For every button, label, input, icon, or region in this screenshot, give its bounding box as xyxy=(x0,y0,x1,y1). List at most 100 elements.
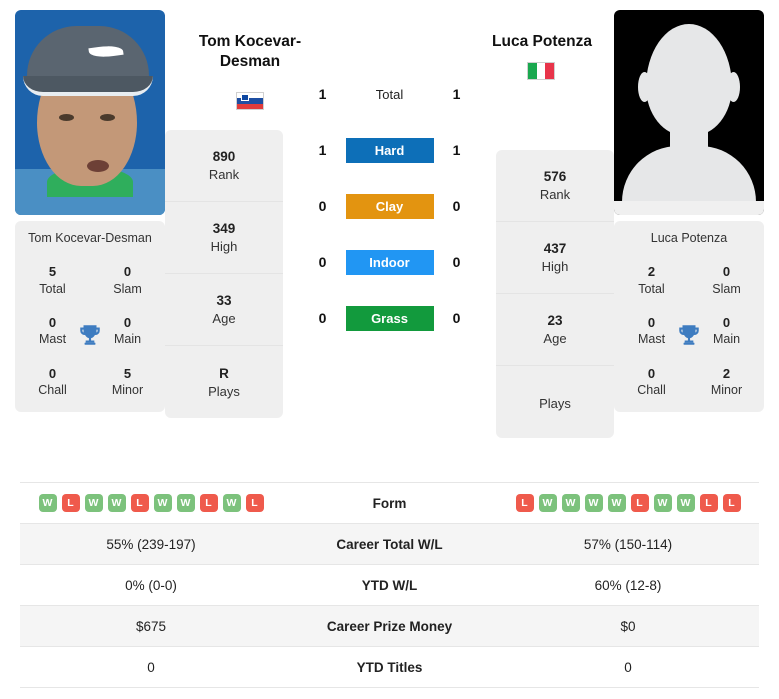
form-badge-loss: L xyxy=(245,494,264,512)
form-badge-loss: L xyxy=(515,494,534,512)
table-label-form: Form xyxy=(372,495,407,511)
player-stats-column-right: 576 Rank 437 High 23 Age Plays xyxy=(496,150,614,438)
stat-age-left: 33 Age xyxy=(165,274,283,346)
career-prize-money-left: $675 xyxy=(135,618,167,634)
player-header-name-left[interactable]: Tom Kocevar- Desman xyxy=(170,32,330,73)
stat-rank-right: 576 Rank xyxy=(496,150,614,222)
form-badge-win: W xyxy=(107,494,126,512)
surface-total-label: Total xyxy=(375,86,404,102)
table-row-ytd-wl: 0% (0-0) YTD W/L 60% (12-8) xyxy=(20,565,759,606)
surface-clay-button[interactable]: Clay xyxy=(345,193,434,219)
player-name-card-left[interactable]: Tom Kocevar-Desman xyxy=(15,221,165,255)
player-stats-column-left: 890 Rank 349 High 33 Age R Plays xyxy=(165,130,283,418)
table-label-ytd-titles: YTD Titles xyxy=(356,659,423,675)
form-badge-win: W xyxy=(584,494,603,512)
player-titles-card-right: 2 Total 0 Slam 0 Mast 0 Main 0 Chall 2 M… xyxy=(614,255,764,413)
photo-eye-right xyxy=(100,114,115,121)
titles-slam-right: 0 Slam xyxy=(712,264,741,296)
comparison-top-area: Tom Kocevar-Desman 5 Total 0 Slam 0 Mast… xyxy=(0,0,779,478)
surface-clay-left-count: 0 xyxy=(318,198,327,214)
photo-eye-left xyxy=(59,114,74,121)
ytd-wl-left: 0% (0-0) xyxy=(125,577,177,593)
comparison-stats-table: WLWWLWWLWL Form LWWWWLWWLL 55% (239-197)… xyxy=(20,482,759,688)
surface-grass-button[interactable]: Grass xyxy=(345,305,434,331)
form-badge-loss: L xyxy=(722,494,741,512)
surface-row-total: 1 Total 1 xyxy=(283,66,496,122)
stat-plays-left: R Plays xyxy=(208,365,240,399)
form-badge-loss: L xyxy=(130,494,149,512)
surface-row-clay: 0 Clay 0 xyxy=(283,178,496,234)
surface-clay-right-count: 0 xyxy=(452,198,461,214)
ytd-wl-right: 60% (12-8) xyxy=(594,577,662,593)
titles-total-right: 2 Total xyxy=(638,264,665,296)
player-header-name-right[interactable]: Luca Potenza xyxy=(462,32,622,52)
career-total-wl-right: 57% (150-114) xyxy=(583,536,673,552)
surface-indoor-left-count: 0 xyxy=(318,254,327,270)
titles-slam-left: 0 Slam xyxy=(113,264,142,296)
player-photo-right[interactable] xyxy=(614,10,764,215)
form-badge-win: W xyxy=(153,494,172,512)
stat-plays-right: Plays xyxy=(539,396,571,411)
form-badge-win: W xyxy=(561,494,580,512)
ytd-titles-right: 0 xyxy=(624,659,632,675)
italy-flag-icon xyxy=(527,62,555,80)
slovenia-flag-icon xyxy=(236,92,264,110)
player-column-right: Luca Potenza 2 Total 0 Slam 0 Mast 0 Mai… xyxy=(614,10,764,413)
titles-chall-right: 0 Chall xyxy=(637,365,666,398)
silhouette-ear-left xyxy=(638,72,651,102)
table-row-career-prize-money: $675 Career Prize Money $0 xyxy=(20,606,759,647)
form-badge-loss: L xyxy=(199,494,218,512)
player-header-name-left-line1: Tom Kocevar- xyxy=(198,33,302,50)
photo-mouth xyxy=(87,160,109,172)
silhouette-base xyxy=(614,201,764,215)
surface-hard-left-count: 1 xyxy=(318,142,327,158)
player-header-name-left-line2: Desman xyxy=(219,53,281,71)
surface-row-hard: 1 Hard 1 xyxy=(283,122,496,178)
surface-indoor-right-count: 0 xyxy=(452,254,461,270)
table-label-ytd-wl: YTD W/L xyxy=(361,577,418,593)
slovenia-emblem-icon xyxy=(241,94,249,101)
surface-total-left-count: 1 xyxy=(318,86,327,102)
photo-cap-brim xyxy=(23,76,153,96)
titles-minor-left: 5 Minor xyxy=(111,365,144,398)
surface-row-grass: 0 Grass 0 xyxy=(283,290,496,346)
form-badges-left: WLWWLWWLWL xyxy=(20,494,282,512)
stat-age-right: 23 Age xyxy=(496,294,614,366)
trophy-icon xyxy=(80,324,100,345)
stat-high-right: 437 High xyxy=(496,222,614,294)
form-badges-right: LWWWWLWWLL xyxy=(497,494,759,512)
table-row-form: WLWWLWWLWL Form LWWWWLWWLL xyxy=(20,483,759,524)
form-badge-win: W xyxy=(176,494,195,512)
stat-high-left: 349 High xyxy=(165,202,283,274)
form-badge-win: W xyxy=(653,494,672,512)
form-badge-loss: L xyxy=(61,494,80,512)
titles-chall-left: 0 Chall xyxy=(38,365,67,398)
surface-indoor-button[interactable]: Indoor xyxy=(345,249,434,275)
surface-hard-button[interactable]: Hard xyxy=(345,137,434,163)
career-total-wl-left: 55% (239-197) xyxy=(106,536,196,552)
surface-grass-right-count: 0 xyxy=(452,310,461,326)
silhouette-head xyxy=(646,24,732,136)
form-badge-win: W xyxy=(222,494,241,512)
player-column-left: Tom Kocevar-Desman 5 Total 0 Slam 0 Mast… xyxy=(15,10,165,413)
form-badge-win: W xyxy=(676,494,695,512)
surface-grass-left-count: 0 xyxy=(318,310,327,326)
titles-total-left: 5 Total xyxy=(39,264,66,296)
player-header-name-right-line1: Luca Potenza xyxy=(492,33,592,50)
table-row-career-total-wl: 55% (239-197) Career Total W/L 57% (150-… xyxy=(20,524,759,565)
table-label-career-prize-money: Career Prize Money xyxy=(326,618,453,634)
trophy-icon xyxy=(679,324,699,345)
table-row-ytd-titles: 0 YTD Titles 0 xyxy=(20,647,759,688)
form-badge-loss: L xyxy=(630,494,649,512)
player-titles-card-left: 5 Total 0 Slam 0 Mast 0 Main 0 Chall 5 M… xyxy=(15,255,165,413)
table-label-career-total-wl: Career Total W/L xyxy=(336,536,443,552)
silhouette-ear-right xyxy=(727,72,740,102)
player-photo-left[interactable] xyxy=(15,10,165,215)
surface-row-indoor: 0 Indoor 0 xyxy=(283,234,496,290)
player-name-card-right[interactable]: Luca Potenza xyxy=(614,221,764,255)
form-badge-loss: L xyxy=(699,494,718,512)
form-badge-win: W xyxy=(607,494,626,512)
surface-hard-right-count: 1 xyxy=(452,142,461,158)
ytd-titles-left: 0 xyxy=(147,659,155,675)
form-badge-win: W xyxy=(38,494,57,512)
